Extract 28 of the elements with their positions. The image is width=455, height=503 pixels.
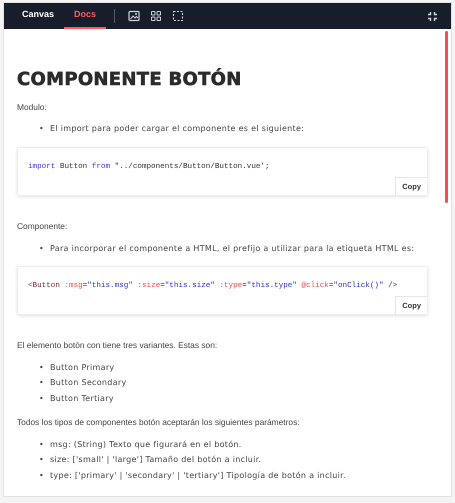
image-icon[interactable] [128, 10, 140, 22]
doc-title: COMPONENTE BOTÓN [17, 69, 243, 91]
dashed-square-icon[interactable] [172, 10, 184, 22]
list-item: type: ['primary' | 'secondary' | 'tertiary'] Tipología de botón a incluir. [50, 470, 346, 481]
paragraph: El elemento botón con tiene tres variantes. Estas son: [17, 339, 218, 352]
bullet: • [39, 362, 46, 374]
bullet: • [39, 440, 46, 450]
bullet: • [39, 470, 46, 481]
bullet: • [39, 124, 46, 135]
paragraph: Modulo: [17, 100, 48, 114]
list-item: size: ['small' | 'large'] Tamaño del botón a incluir. [50, 455, 262, 466]
bullet: • [39, 455, 46, 466]
tab[interactable]: Canvas [12, 3, 64, 29]
fullscreen-icon[interactable] [427, 10, 438, 22]
paragraph: Componente: [17, 220, 68, 233]
list-item: Button Tertiary [50, 394, 114, 404]
list-item: Button Secondary [50, 378, 127, 389]
tab[interactable]: Docs [64, 3, 106, 29]
grid-icon[interactable] [150, 10, 162, 22]
list-item: msg: (String) Texto que figurará en el botón. [50, 440, 242, 450]
list-item: Button Primary [50, 362, 114, 374]
bullet: • [39, 378, 46, 389]
list-item: El import para poder cargar el componente es el siguiente: [50, 124, 304, 135]
scrollbar-thumb[interactable] [445, 31, 448, 203]
list-item: Para incorporar el componente a HTML, el prefijo a utilizar para la etiqueta HTML es: [50, 244, 414, 254]
bullet: • [39, 394, 46, 404]
bullet: • [39, 244, 46, 254]
paragraph: Todos los tipos de componentes botón aceptarán los siguientes parámetros: [17, 416, 301, 429]
